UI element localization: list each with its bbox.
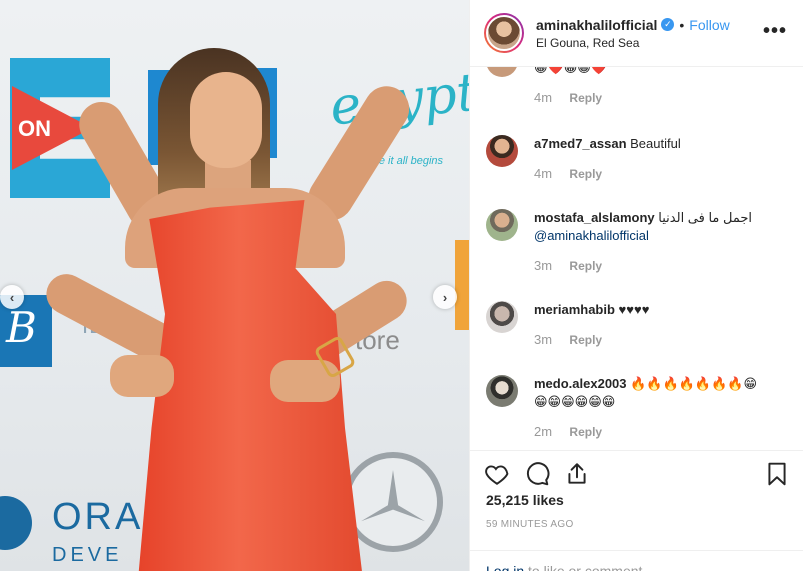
login-link[interactable]: Log in <box>486 563 524 571</box>
comment-body: meriamhabib ♥♥♥♥ 3m Reply <box>534 301 786 349</box>
reply-button[interactable]: Reply <box>569 259 602 273</box>
comment-body: mostafa_alslamony اجمل ما فى الدنيا @ami… <box>534 209 786 275</box>
ora-developers-text: DEVE <box>52 544 123 566</box>
ora-logo-mark <box>0 496 32 550</box>
reply-button[interactable]: Reply <box>569 333 602 347</box>
on-logo-text: ON <box>18 116 51 141</box>
post-side-panel: aminakhalilofficial ✓ • Follow El Gouna,… <box>469 0 803 571</box>
comment-avatar[interactable] <box>486 375 518 407</box>
comment-username[interactable]: medo.alex2003 <box>534 376 627 391</box>
comment-item: medo.alex2003 🔥🔥🔥🔥🔥🔥🔥😁 😁😁😁😁😁😁 2m Reply <box>486 375 786 441</box>
comment-meta: 2m Reply <box>534 423 786 441</box>
heart-icon[interactable] <box>484 461 510 487</box>
story-ring[interactable] <box>484 13 524 53</box>
comment-avatar[interactable] <box>486 209 518 241</box>
reply-button[interactable]: Reply <box>569 91 602 105</box>
separator-dot: • <box>679 16 685 33</box>
share-icon[interactable] <box>564 461 590 487</box>
bookmark-icon[interactable] <box>764 461 790 487</box>
comment-body: 😁❤️😁😁❤️ 4m Reply <box>534 67 786 107</box>
left-hand <box>110 355 174 397</box>
comment-text: ♥♥♥♥ <box>618 302 650 317</box>
post-username[interactable]: aminakhalilofficial <box>536 17 657 33</box>
post-location[interactable]: El Gouna, Red Sea <box>536 36 730 50</box>
mercedes-logo <box>343 452 443 552</box>
follow-button[interactable]: Follow <box>689 17 729 33</box>
comment-item: 😁❤️😁😁❤️ 4m Reply <box>486 67 786 107</box>
reply-button[interactable]: Reply <box>569 167 602 181</box>
comment-item: a7med7_assan Beautiful 4m Reply <box>486 135 786 183</box>
chevron-right-icon[interactable]: › <box>433 285 457 309</box>
comment-mention[interactable]: @aminakhalilofficial <box>534 228 649 243</box>
comment-time[interactable]: 4m <box>534 90 552 105</box>
ora-logo: ORA <box>52 496 144 538</box>
verified-badge-icon: ✓ <box>661 18 675 31</box>
face <box>190 72 262 168</box>
likes-count[interactable]: 25,215 likes <box>486 492 564 508</box>
comment-item: meriamhabib ♥♥♥♥ 3m Reply <box>486 301 786 349</box>
likes-text[interactable]: 25,215 likes <box>486 492 564 508</box>
comment-avatar[interactable] <box>486 135 518 167</box>
post-timestamp[interactable]: 59 MINUTES AGO <box>486 519 574 530</box>
post-photo[interactable]: ON egypt where it all begins B ILTON ORA… <box>0 0 469 571</box>
comment-text: اجمل ما فى الدنيا <box>658 210 753 225</box>
comment-time[interactable]: 2m <box>534 424 552 439</box>
comment-avatar[interactable] <box>486 67 518 77</box>
comment-username[interactable]: meriamhabib <box>534 302 615 317</box>
comments-list[interactable]: 😁❤️😁😁❤️ 4m Reply a7med7_assan Beautiful … <box>470 67 803 450</box>
comment-time[interactable]: 3m <box>534 258 552 273</box>
header-row: aminakhalilofficial ✓ • Follow <box>536 17 730 33</box>
comment-time[interactable]: 3m <box>534 332 552 347</box>
comment-body: medo.alex2003 🔥🔥🔥🔥🔥🔥🔥😁 😁😁😁😁😁😁 2m Reply <box>534 375 786 441</box>
comment-time[interactable]: 4m <box>534 166 552 181</box>
more-options-icon[interactable]: ••• <box>763 20 787 43</box>
comment-icon[interactable] <box>524 461 550 487</box>
comment-meta: 3m Reply <box>534 257 786 275</box>
comment-meta: 3m Reply <box>534 331 786 349</box>
chevron-left-icon[interactable]: ‹ <box>0 285 24 309</box>
mercedes-star-icon <box>361 470 425 522</box>
post-header: aminakhalilofficial ✓ • Follow El Gouna,… <box>470 0 803 67</box>
header-text: aminakhalilofficial ✓ • Follow El Gouna,… <box>536 17 730 50</box>
comment-item: mostafa_alslamony اجمل ما فى الدنيا @ami… <box>486 209 786 275</box>
comment-username[interactable]: mostafa_alslamony <box>534 210 655 225</box>
orange-logo-edge <box>455 240 469 330</box>
login-prompt-text: to like or comment. <box>524 563 647 571</box>
login-prompt: Log in to like or comment. <box>470 550 803 571</box>
instagram-post: ON egypt where it all begins B ILTON ORA… <box>0 0 803 571</box>
action-bar <box>470 450 803 498</box>
comment-username[interactable]: a7med7_assan <box>534 136 627 151</box>
comment-text-line-2: 😁😁😁😁😁😁 <box>534 394 616 409</box>
avatar[interactable] <box>486 15 522 51</box>
comment-text: 🔥🔥🔥🔥🔥🔥🔥😁 <box>630 376 757 391</box>
comment-meta: 4m Reply <box>534 89 786 107</box>
comment-text: Beautiful <box>630 136 681 151</box>
comment-avatar[interactable] <box>486 301 518 333</box>
reply-button[interactable]: Reply <box>569 425 602 439</box>
comment-body: a7med7_assan Beautiful 4m Reply <box>534 135 786 183</box>
comment-text: 😁❤️😁😁❤️ <box>534 67 608 75</box>
comment-meta: 4m Reply <box>534 165 786 183</box>
